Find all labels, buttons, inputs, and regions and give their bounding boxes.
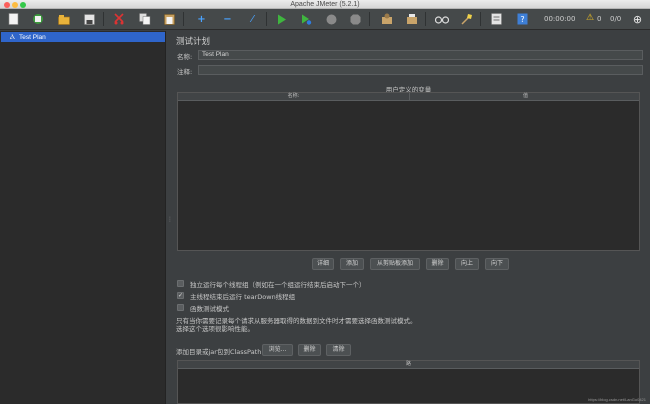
toolbar-separator: [103, 12, 104, 26]
reset-search-icon[interactable]: [458, 11, 475, 27]
teardown-option[interactable]: ✓ 主线程结束后运行 tearDown线程组: [177, 291, 296, 301]
stop-icon[interactable]: [323, 11, 340, 27]
functional-mode-checkbox[interactable]: [177, 304, 184, 311]
function-helper-icon[interactable]: [488, 11, 505, 27]
cut-icon[interactable]: [110, 11, 127, 27]
window-titlebar: Apache JMeter (5.2.1): [0, 0, 650, 9]
watermark: https://blog.csdn.net/LanGo0421: [588, 397, 646, 402]
warning-count: 0: [597, 15, 602, 23]
name-field[interactable]: Test Plan: [198, 50, 643, 60]
comment-label: 注释:: [177, 68, 193, 76]
new-icon[interactable]: [5, 11, 22, 27]
functional-mode-option[interactable]: 函数测试模式: [177, 303, 229, 313]
table-header: 名称: 值: [178, 93, 639, 101]
serialize-checkbox[interactable]: [177, 280, 184, 287]
thread-counts: 0/0: [610, 15, 622, 23]
classpath-label: 添加目录或jar包到ClassPath: [176, 348, 262, 356]
user-variables-table[interactable]: 名称: 值: [177, 92, 640, 251]
move-down-button[interactable]: 向下: [485, 258, 509, 270]
warning-icon[interactable]: ⚠: [586, 13, 594, 23]
functional-mode-label: 函数测试模式: [190, 304, 229, 313]
toolbar: + − ⁄ ? 00:00:00 ⚠ 0 0/0 ⊕: [0, 9, 650, 30]
collapse-icon[interactable]: −: [219, 11, 236, 27]
expand-icon[interactable]: +: [193, 11, 210, 27]
classpath-delete-button[interactable]: 删除: [298, 344, 321, 356]
tree-node-label: Test Plan: [19, 33, 46, 41]
test-plan-icon: Ⲁ: [10, 32, 16, 41]
svg-text:?: ?: [520, 15, 524, 24]
delete-button[interactable]: 删除: [426, 258, 449, 270]
add-button[interactable]: 添加: [340, 258, 364, 270]
detail-button[interactable]: 详细: [312, 258, 334, 270]
templates-icon[interactable]: [29, 11, 46, 27]
remote-start-icon[interactable]: ⊕: [629, 11, 646, 27]
toolbar-separator: [480, 12, 481, 26]
browse-button[interactable]: 浏览...: [262, 344, 293, 356]
search-icon[interactable]: [433, 11, 450, 27]
toggle-icon[interactable]: ⁄: [244, 11, 261, 27]
serialize-thread-groups-option[interactable]: 独立运行每个线程组（例如在一个组运行结束后启动下一个）: [177, 279, 366, 289]
shutdown-icon[interactable]: [347, 11, 364, 27]
toolbar-separator: [266, 12, 267, 26]
save-icon[interactable]: [81, 11, 98, 27]
open-icon[interactable]: [55, 11, 72, 27]
start-no-pause-icon[interactable]: [298, 11, 315, 27]
classpath-table[interactable]: 路: [177, 360, 640, 404]
window-title: Apache JMeter (5.2.1): [290, 1, 360, 8]
clear-all-icon[interactable]: [403, 11, 420, 27]
comment-field[interactable]: [198, 65, 643, 75]
start-icon[interactable]: [273, 11, 290, 27]
tree-node-test-plan[interactable]: Ⲁ Test Plan: [1, 32, 165, 42]
copy-icon[interactable]: [136, 11, 153, 27]
toolbar-separator: [183, 12, 184, 26]
column-header-name[interactable]: 名称:: [178, 93, 409, 100]
column-header-value[interactable]: 值: [410, 93, 641, 100]
move-up-button[interactable]: 向上: [455, 258, 479, 270]
help-icon[interactable]: ?: [514, 11, 531, 27]
elapsed-timer: 00:00:00: [544, 15, 576, 23]
teardown-checkbox[interactable]: ✓: [177, 292, 184, 299]
classpath-clear-button[interactable]: 清除: [326, 344, 351, 356]
test-plan-tree[interactable]: Ⲁ Test Plan: [0, 31, 166, 404]
classpath-column-header[interactable]: 路: [178, 361, 639, 369]
paste-icon[interactable]: [161, 11, 178, 27]
clear-icon[interactable]: [378, 11, 395, 27]
functional-mode-note-line2: 选择这个选项很影响性能。: [176, 325, 254, 333]
toolbar-separator: [425, 12, 426, 26]
name-label: 名称:: [177, 53, 193, 61]
toolbar-separator: [369, 12, 370, 26]
splitter-grip-icon[interactable]: ⋮: [167, 216, 173, 224]
add-from-clipboard-button[interactable]: 从剪贴板添加: [370, 258, 420, 270]
page-title: 测试计划: [176, 37, 211, 47]
teardown-label: 主线程结束后运行 tearDown线程组: [190, 292, 296, 301]
serialize-label: 独立运行每个线程组（例如在一个组运行结束后启动下一个）: [190, 280, 366, 289]
